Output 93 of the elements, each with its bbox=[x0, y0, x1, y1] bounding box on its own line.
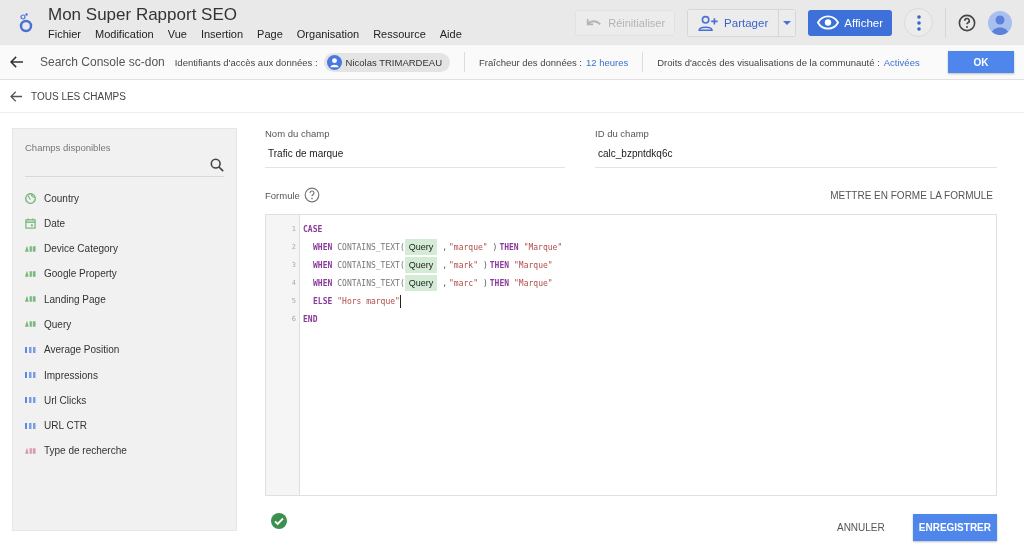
person-icon bbox=[326, 54, 342, 70]
code-punctuation: ) bbox=[482, 260, 488, 270]
help-icon[interactable] bbox=[303, 187, 320, 203]
undo-icon bbox=[585, 17, 604, 28]
calendar-icon bbox=[25, 217, 36, 229]
number-type-icon bbox=[25, 397, 36, 404]
field-item[interactable]: Country bbox=[25, 191, 224, 205]
more-button[interactable] bbox=[904, 8, 933, 37]
report-title[interactable]: Mon Super Rapport SEO bbox=[48, 5, 462, 25]
field-label: ID du champ bbox=[595, 128, 650, 139]
back-arrow-icon bbox=[10, 90, 23, 102]
search-field[interactable]: Champs disponibles bbox=[25, 139, 224, 177]
code-keyword: WHEN bbox=[313, 242, 333, 252]
code-string: "marque" bbox=[449, 242, 488, 252]
add-person-icon bbox=[698, 14, 719, 31]
menu-item[interactable]: Vue bbox=[167, 28, 187, 40]
menu-item[interactable]: Modification bbox=[95, 28, 154, 40]
logo-icon bbox=[18, 11, 34, 34]
code-keyword: WHEN bbox=[313, 260, 333, 270]
code-function: CONTAINS_TEXT( bbox=[337, 260, 405, 270]
search-icon[interactable] bbox=[210, 158, 224, 172]
field-item[interactable]: Average Position bbox=[25, 342, 224, 357]
text-type-icon bbox=[25, 245, 36, 252]
name-input[interactable]: Trafic de marque bbox=[265, 145, 565, 168]
field-item[interactable]: Url Clicks bbox=[25, 393, 224, 408]
code-keyword: THEN bbox=[489, 278, 510, 288]
text-type-icon bbox=[25, 270, 36, 277]
menu-item[interactable]: Organisation bbox=[296, 28, 360, 40]
code-string: "Marque" bbox=[514, 260, 553, 270]
rights-link[interactable]: Activées bbox=[883, 56, 920, 68]
code-string: "Hors marque" bbox=[337, 296, 400, 306]
save-button[interactable]: ENREGISTRER bbox=[912, 514, 997, 541]
text-type-icon bbox=[25, 321, 36, 328]
field-chip[interactable]: Query bbox=[404, 239, 438, 255]
freshness-link[interactable]: 12 heures bbox=[586, 56, 629, 68]
more-icon bbox=[916, 14, 921, 31]
code-keyword: THEN bbox=[499, 242, 519, 252]
field-chip[interactable]: Query bbox=[404, 275, 438, 291]
menu-item[interactable]: Ressource bbox=[373, 28, 426, 40]
avatar-icon[interactable] bbox=[988, 10, 1012, 35]
format-formula-button[interactable]: METTRE EN FORME LA FORMULE bbox=[830, 189, 997, 201]
caret-icon bbox=[783, 20, 792, 25]
menu-item[interactable]: Page bbox=[257, 28, 283, 40]
code-string: "Marque" bbox=[514, 278, 553, 288]
code-punctuation: , bbox=[442, 242, 448, 252]
menu-item[interactable]: Aide bbox=[439, 28, 462, 40]
code-keyword: ELSE bbox=[313, 296, 333, 306]
code-punctuation: , bbox=[442, 260, 448, 270]
number-type-icon bbox=[25, 346, 36, 353]
code-punctuation: , bbox=[442, 278, 448, 288]
code-keyword: CASE bbox=[303, 224, 323, 234]
back-arrow-icon[interactable] bbox=[10, 56, 24, 68]
formula-label: Formule bbox=[265, 189, 300, 201]
code-string: "mark" bbox=[449, 260, 478, 270]
freshness-label: Fraîcheur des données : bbox=[479, 56, 582, 68]
code-function: CONTAINS_TEXT( bbox=[337, 278, 405, 288]
field-item[interactable]: Impressions bbox=[25, 368, 224, 383]
globe-icon bbox=[25, 192, 36, 204]
text-type-icon bbox=[25, 447, 36, 454]
text-type-icon bbox=[25, 296, 36, 303]
field-item[interactable]: URL CTR bbox=[25, 418, 224, 433]
code-keyword: WHEN bbox=[313, 278, 333, 288]
number-type-icon bbox=[25, 372, 36, 379]
field-item[interactable]: Type de recherche bbox=[25, 443, 224, 458]
code-string: "marc" bbox=[449, 278, 478, 288]
view-button[interactable]: Afficher bbox=[808, 9, 892, 36]
code-string: "Marque" bbox=[523, 242, 563, 252]
field-chip[interactable]: Query bbox=[404, 257, 438, 273]
rights-label: Droits d'accès des visualisations de la communauté : bbox=[657, 56, 880, 68]
code-keyword: END bbox=[303, 314, 318, 324]
field-item[interactable]: Query bbox=[25, 317, 224, 332]
code-punctuation: ) bbox=[482, 278, 488, 288]
field-item[interactable]: Landing Page bbox=[25, 292, 224, 307]
owner-chip[interactable]: Nicolas TRIMARDEAU bbox=[323, 52, 450, 72]
help-icon[interactable] bbox=[958, 13, 976, 32]
code-keyword: THEN bbox=[489, 260, 510, 270]
menu-item[interactable]: Fichier bbox=[48, 28, 81, 40]
id-input[interactable]: calc_bzpntdkq6c bbox=[595, 145, 997, 168]
menu-item[interactable]: Insertion bbox=[200, 28, 244, 40]
credentials-label: Identifiants d'accès aux données : bbox=[174, 56, 318, 68]
eye-icon bbox=[817, 15, 840, 30]
all-fields-back-button[interactable]: TOUS LES CHAMPS bbox=[10, 90, 126, 102]
ok-button[interactable]: OK bbox=[948, 51, 1014, 73]
code-punctuation: ) bbox=[492, 242, 498, 252]
data-source-name[interactable]: Search Console sc-don bbox=[40, 55, 165, 69]
share-button[interactable]: Partager bbox=[688, 9, 780, 36]
number-type-icon bbox=[25, 422, 36, 429]
field-item[interactable]: Date bbox=[25, 216, 224, 231]
field-item[interactable]: Google Property bbox=[25, 266, 224, 281]
cancel-button[interactable]: ANNULER bbox=[830, 521, 891, 534]
field-item[interactable]: Device Category bbox=[25, 241, 224, 256]
code-function: CONTAINS_TEXT( bbox=[337, 242, 405, 252]
field-label: Nom du champ bbox=[265, 128, 331, 139]
